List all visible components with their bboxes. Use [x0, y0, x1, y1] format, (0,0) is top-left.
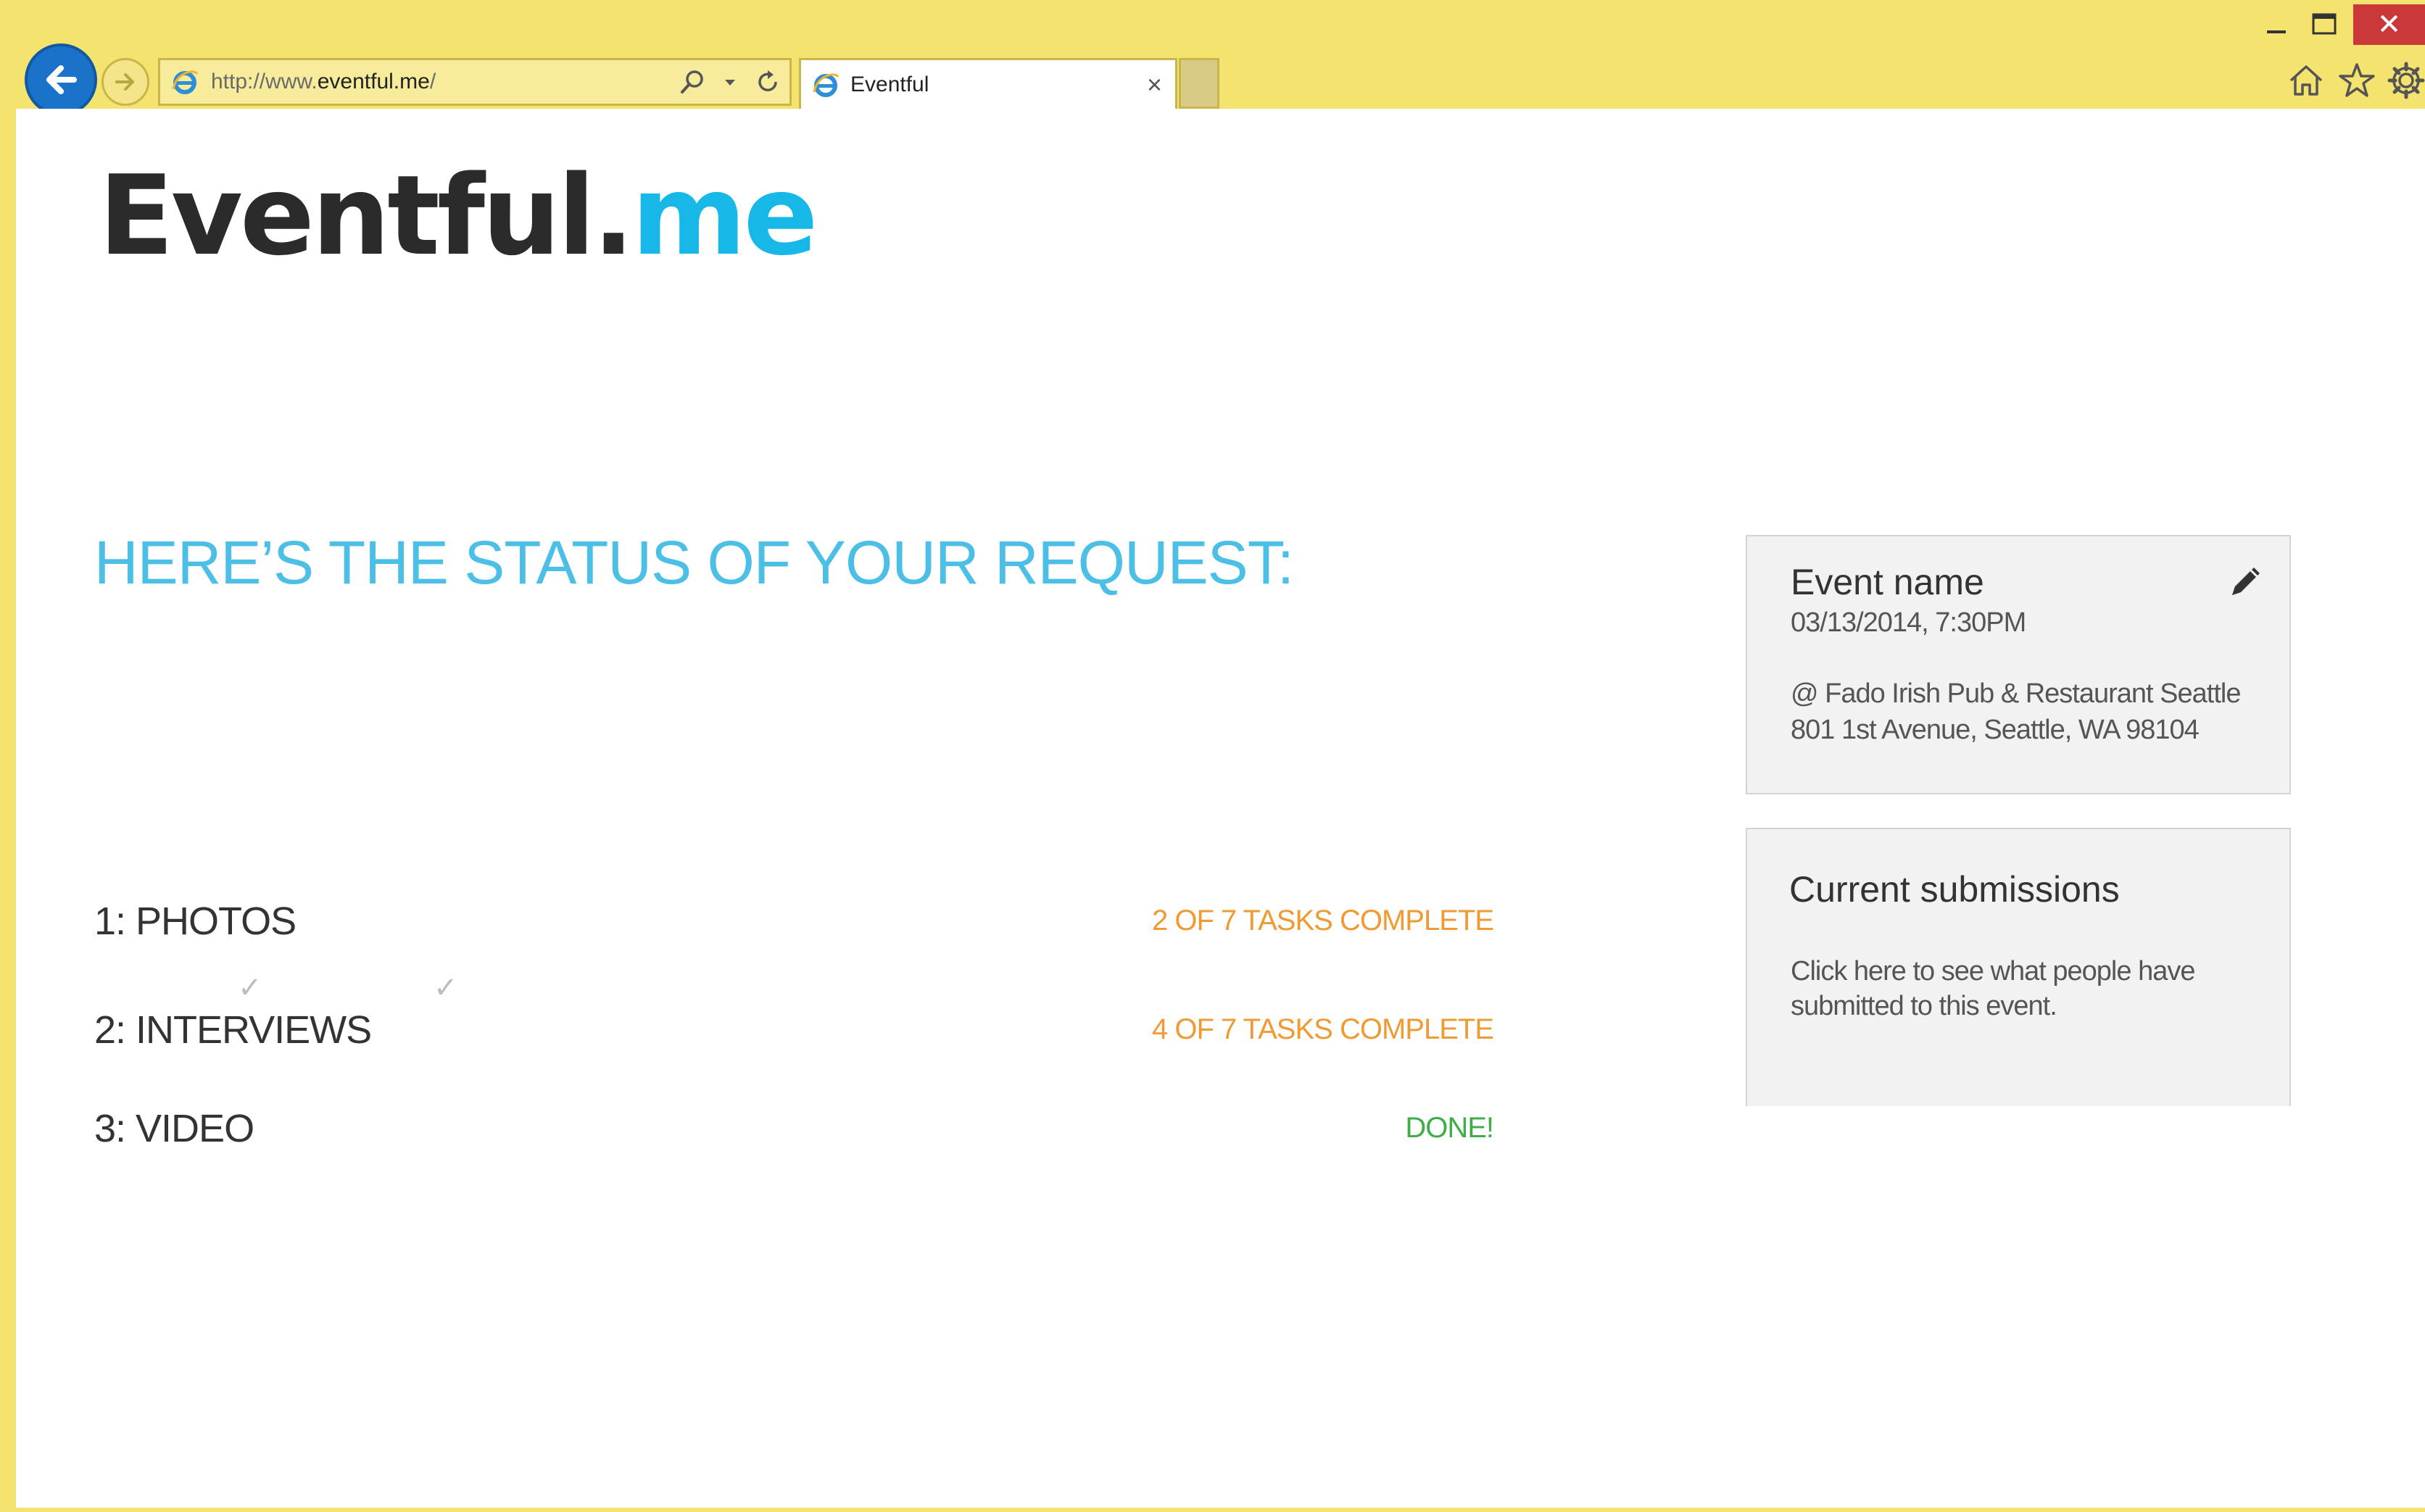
- minimize-button[interactable]: [2255, 6, 2298, 42]
- event-card: Event name 03/13/2014, 7:30PM @ Fado Iri…: [1746, 535, 2291, 794]
- search-icon[interactable]: [676, 66, 708, 98]
- submissions-link[interactable]: Click here to see what people have submi…: [1791, 954, 2269, 1023]
- close-icon: ✕: [2376, 9, 2402, 41]
- logo-main-text: Eventful.: [99, 151, 634, 280]
- task-status: DONE!: [1405, 1112, 1494, 1144]
- back-button[interactable]: [25, 43, 97, 116]
- tab-title: Eventful: [850, 72, 929, 96]
- pencil-icon: [2232, 568, 2260, 595]
- home-icon[interactable]: [2285, 59, 2327, 101]
- site-logo[interactable]: Eventful.me: [99, 161, 818, 271]
- submissions-card[interactable]: Current submissions Click here to see wh…: [1746, 828, 2291, 1106]
- ie-logo-icon: [169, 66, 201, 98]
- task-row-interviews: 2: INTERVIEWS 4 OF 7 TASKS COMPLETE: [94, 1008, 1494, 1066]
- forward-button[interactable]: [101, 58, 149, 106]
- event-datetime: 03/13/2014, 7:30PM: [1791, 607, 2026, 638]
- checkmark-icon: ✓: [434, 972, 458, 1004]
- checkmark-icon: ✓: [238, 972, 262, 1004]
- url-host: eventful.me: [317, 70, 430, 94]
- task-label: 3: VIDEO: [94, 1107, 254, 1150]
- task-status: 2 OF 7 TASKS COMPLETE: [1152, 905, 1494, 936]
- new-tab-button[interactable]: [1179, 58, 1219, 109]
- event-venue: @ Fado Irish Pub & Restaurant Seattle: [1791, 678, 2241, 709]
- url-text[interactable]: http://www.eventful.me/: [211, 70, 676, 94]
- status-heading: HERE’S THE STATUS OF YOUR REQUEST:: [94, 528, 1294, 597]
- browser-chrome: http://www.eventful.me/ Eventful × ✕: [0, 0, 2425, 116]
- close-tab-icon[interactable]: ×: [1147, 71, 1162, 98]
- task-row-photos: 1: PHOTOS 2 OF 7 TASKS COMPLETE: [94, 899, 1494, 957]
- event-address: 801 1st Avenue, Seattle, WA 98104: [1791, 715, 2200, 745]
- forward-arrow-icon: [115, 73, 134, 91]
- task-row-video: 3: VIDEO DONE!: [94, 1106, 1494, 1164]
- submissions-title: Current submissions: [1789, 869, 2120, 910]
- url-prefix: http://www.: [211, 70, 318, 94]
- maximize-button[interactable]: [2302, 6, 2346, 42]
- tab-eventful[interactable]: Eventful ×: [799, 58, 1177, 109]
- url-suffix: /: [429, 70, 436, 94]
- refresh-icon[interactable]: [752, 66, 784, 98]
- logo-accent-text: me: [631, 151, 818, 280]
- event-name: Event name: [1791, 562, 1984, 602]
- task-status: 4 OF 7 TASKS COMPLETE: [1152, 1013, 1494, 1045]
- maximize-icon: [2312, 13, 2337, 35]
- address-bar[interactable]: http://www.eventful.me/: [158, 58, 792, 106]
- ie-logo-icon: [810, 69, 842, 101]
- minimize-icon: [2267, 30, 2286, 33]
- page-viewport: Eventful.me HERE’S THE STATUS OF YOUR RE…: [16, 109, 2425, 1508]
- gear-icon[interactable]: [2385, 59, 2425, 101]
- edit-event-button[interactable]: [2224, 560, 2268, 603]
- back-arrow-icon: [46, 65, 77, 94]
- star-icon[interactable]: [2336, 59, 2378, 101]
- task-label: 1: PHOTOS: [94, 900, 297, 943]
- task-label: 2: INTERVIEWS: [94, 1008, 372, 1052]
- dropdown-icon[interactable]: [714, 66, 746, 98]
- close-window-button[interactable]: ✕: [2353, 4, 2425, 45]
